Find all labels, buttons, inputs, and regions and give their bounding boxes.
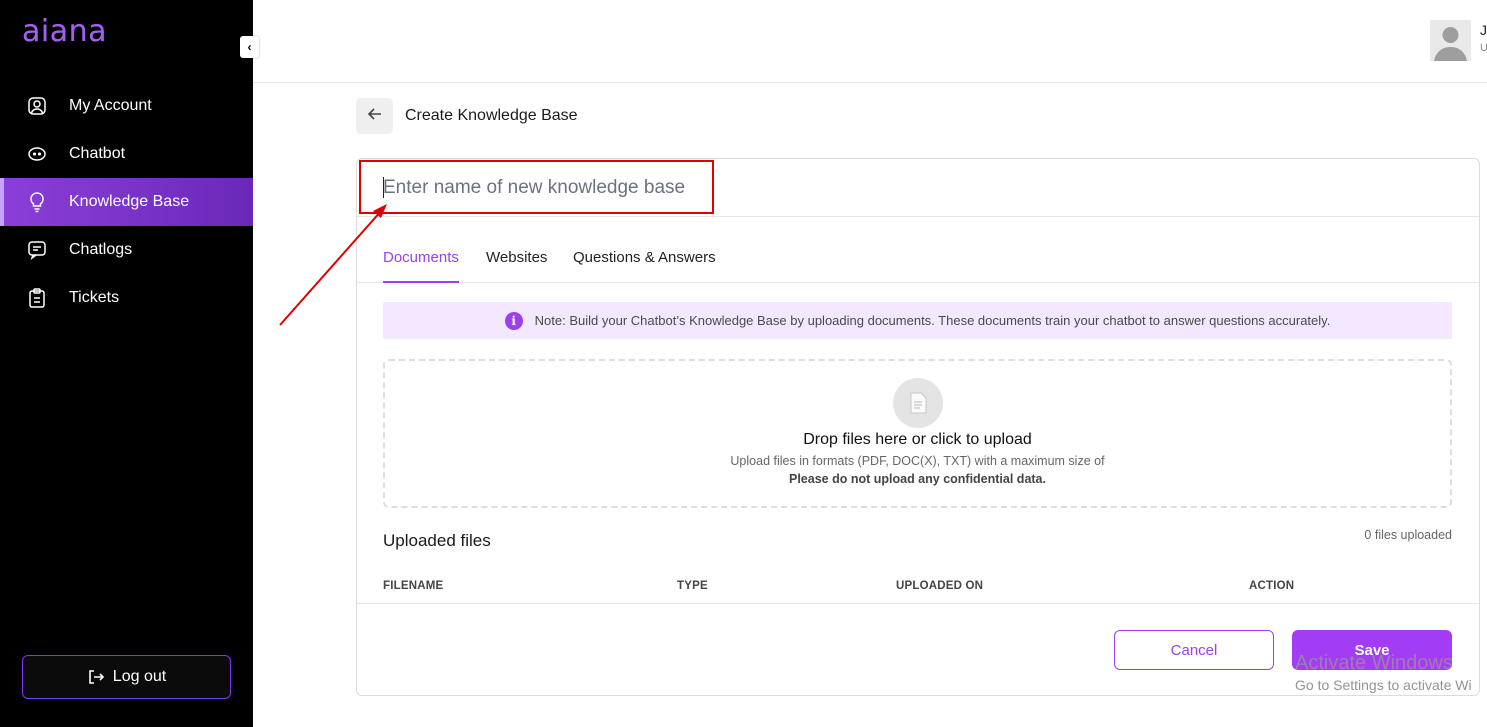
page-title: Create Knowledge Base — [405, 107, 578, 124]
chevron-left-icon: ‹ — [247, 40, 252, 54]
sidebar-item-label: Knowledge Base — [69, 193, 190, 210]
windows-activation-watermark: Activate Windows — [1295, 652, 1453, 674]
sidebar-item-knowledge-base[interactable]: Knowledge Base — [0, 178, 253, 226]
clipboard-icon — [26, 287, 48, 309]
sidebar-item-label: Tickets — [69, 289, 120, 306]
avatar[interactable] — [1430, 20, 1471, 61]
arrow-left-icon — [367, 106, 383, 127]
sidebar-item-label: Chatbot — [69, 145, 126, 162]
uploaded-files-title: Uploaded files — [383, 531, 491, 550]
sidebar-item-my-account[interactable]: My Account — [0, 82, 253, 130]
sidebar: aiana My Account Chatbot Knowledge Base … — [0, 0, 253, 727]
user-name: J — [1480, 22, 1487, 38]
sidebar-item-chatbot[interactable]: Chatbot — [0, 130, 253, 178]
sidebar-item-label: My Account — [69, 97, 152, 114]
column-header-type: TYPE — [677, 580, 708, 592]
note-text: Note: Build your Chatbot’s Knowledge Bas… — [534, 313, 1331, 328]
dropzone-title: Drop files here or click to upload — [803, 431, 1032, 448]
sidebar-item-chatlogs[interactable]: Chatlogs — [0, 226, 253, 274]
sidebar-collapse-button[interactable]: ‹ — [240, 36, 259, 58]
user-role: U — [1480, 42, 1487, 54]
back-button[interactable] — [356, 98, 393, 134]
knowledge-base-form-card: Documents Websites Questions & Answers i… — [356, 158, 1480, 696]
column-header-action: ACTION — [1249, 580, 1295, 592]
file-dropzone[interactable]: Drop files here or click to upload Uploa… — [383, 359, 1452, 508]
tab-websites[interactable]: Websites — [486, 249, 547, 283]
tab-questions-answers[interactable]: Questions & Answers — [573, 249, 716, 283]
sidebar-item-label: Chatlogs — [69, 241, 133, 258]
sidebar-nav: My Account Chatbot Knowledge Base Chatlo… — [0, 82, 253, 322]
name-row — [357, 159, 1479, 217]
message-icon — [26, 239, 48, 261]
user-square-icon — [26, 95, 48, 117]
tab-documents[interactable]: Documents — [383, 249, 459, 283]
chatbot-icon — [26, 143, 48, 165]
logout-button[interactable]: Log out — [22, 655, 231, 699]
info-note: i Note: Build your Chatbot’s Knowledge B… — [383, 302, 1452, 339]
sidebar-item-tickets[interactable]: Tickets — [0, 274, 253, 322]
tab-bar: Documents Websites Questions & Answers — [357, 217, 1479, 283]
column-header-uploaded-on: UPLOADED ON — [896, 580, 984, 592]
info-icon: i — [504, 311, 523, 330]
app-logo[interactable]: aiana — [22, 14, 107, 49]
top-header: J U — [253, 0, 1487, 83]
windows-activation-hint: Go to Settings to activate Wi — [1295, 677, 1472, 693]
dropzone-subtitle: Upload files in formats (PDF, DOC(X), TX… — [730, 454, 1105, 468]
logout-icon — [87, 668, 105, 686]
document-icon — [893, 378, 943, 428]
cancel-button[interactable]: Cancel — [1114, 630, 1274, 670]
logout-label: Log out — [112, 668, 167, 685]
knowledge-base-name-input[interactable] — [383, 173, 983, 203]
column-header-filename: FILENAME — [383, 580, 444, 592]
dropzone-warning: Please do not upload any confidential da… — [789, 472, 1046, 486]
files-count: 0 files uploaded — [1364, 528, 1452, 542]
lightbulb-icon — [26, 191, 48, 213]
files-table-header: FILENAME TYPE UPLOADED ON ACTION — [357, 577, 1479, 604]
text-caret — [383, 177, 384, 198]
